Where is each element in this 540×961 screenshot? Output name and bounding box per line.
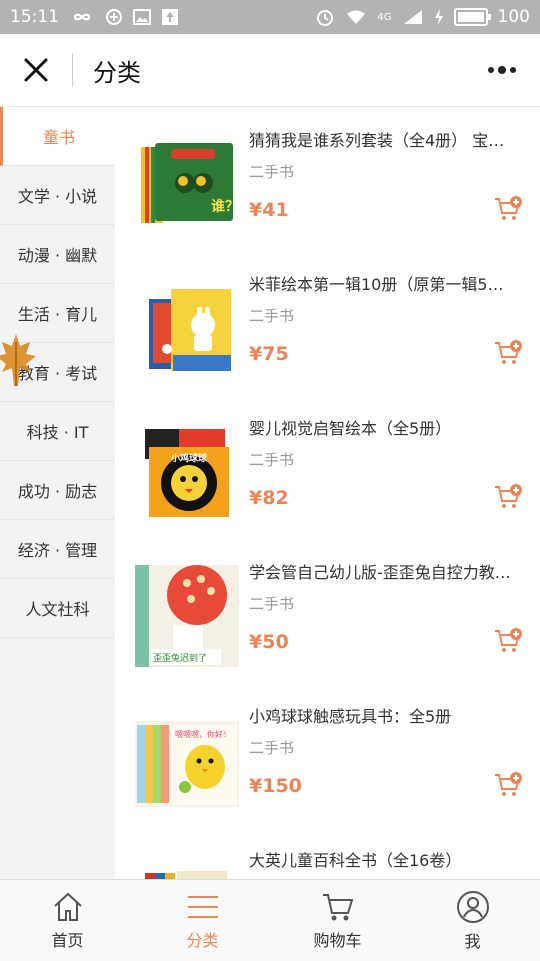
user-icon — [456, 890, 489, 923]
product-title[interactable]: 猜猜我是谁系列套装（全4册） 宝… — [249, 127, 519, 151]
product-cover — [149, 289, 231, 371]
image-icon — [133, 9, 151, 25]
product-condition: 二手书 — [249, 595, 295, 613]
maple-leaf-decoration — [0, 334, 36, 386]
product-condition: 二手书 — [249, 739, 295, 757]
close-icon — [24, 58, 48, 82]
bottom-tab-bar: 首页 分类 购物车 我 — [0, 879, 540, 961]
add-to-cart-icon[interactable] — [493, 771, 523, 799]
page-header: 分类 — [0, 34, 540, 107]
product-cover: 小鸡球球 — [145, 429, 229, 517]
product-price: ¥82 — [249, 487, 289, 509]
cover-text: 小鸡球球 — [170, 452, 208, 464]
more-button[interactable] — [484, 55, 520, 85]
sidebar-item-tech-it[interactable]: 科技 · IT — [0, 402, 115, 461]
tab-category[interactable]: 分类 — [135, 880, 270, 961]
product-price: ¥50 — [249, 631, 289, 653]
cover-text: 歪歪兔迟到了 — [153, 652, 207, 664]
menu-icon — [187, 895, 218, 918]
sidebar-item-literature[interactable]: 文学 · 小说 — [0, 166, 115, 225]
charging-icon — [434, 9, 443, 25]
cover-text: 喂喂喂，你好！ — [175, 729, 231, 739]
sidebar-item-children-books[interactable]: 童书 — [0, 107, 115, 166]
sidebar-item-economics[interactable]: 经济 · 管理 — [0, 520, 115, 579]
add-to-cart-icon[interactable] — [493, 339, 523, 367]
add-to-cart-icon[interactable] — [493, 627, 523, 655]
signal-icon — [403, 10, 422, 24]
home-icon — [53, 892, 82, 921]
product-title[interactable]: 米菲绘本第一辑10册（原第一辑5… — [249, 271, 519, 295]
tab-label: 我 — [464, 931, 481, 951]
product-title[interactable]: 大英儿童百科全书（全16卷） — [249, 847, 519, 871]
tab-cart[interactable]: 购物车 — [270, 880, 405, 961]
product-title[interactable]: 学会管自己幼儿版-歪歪兔自控力教… — [249, 559, 519, 583]
more-dot — [510, 67, 516, 73]
product-price: ¥150 — [249, 775, 302, 797]
product-price: ¥41 — [249, 199, 289, 221]
sidebar-item-anime-humor[interactable]: 动漫 · 幽默 — [0, 225, 115, 284]
product-item[interactable]: 米菲绘本第一辑10册（原第一辑5… 二手书 ¥75 — [115, 251, 540, 395]
product-item[interactable]: 大英儿童百科全书（全16卷） — [115, 827, 540, 879]
category-sidebar: 童书 文学 · 小说 动漫 · 幽默 生活 · 育儿 教育 · 考试 科技 · … — [0, 107, 115, 879]
cart-icon — [322, 893, 353, 920]
sidebar-item-success[interactable]: 成功 · 励志 — [0, 461, 115, 520]
alarm-icon — [317, 10, 334, 26]
more-dot — [498, 66, 506, 74]
product-cover: 歪歪兔迟到了 — [135, 565, 239, 667]
tab-label: 首页 — [51, 930, 84, 950]
cover-text: 谁？ — [211, 198, 239, 215]
add-to-cart-icon[interactable] — [493, 483, 523, 511]
product-item[interactable]: 小鸡球球 婴儿视觉启智绘本（全5册） 二手书 ¥82 — [115, 395, 540, 539]
close-button[interactable] — [0, 34, 72, 106]
upload-icon — [162, 9, 178, 25]
status-bar: 15:11 4G 100 — [0, 0, 540, 34]
product-cover: 谁？ — [141, 143, 239, 223]
battery-level: 100 — [497, 7, 530, 27]
page-title: 分类 — [93, 58, 141, 87]
product-price: ¥75 — [249, 343, 289, 365]
product-cover: 喂喂喂，你好！ — [135, 721, 239, 807]
wifi-icon — [347, 10, 366, 24]
sidebar-item-humanities[interactable]: 人文社科 — [0, 579, 115, 638]
tab-label: 分类 — [186, 930, 219, 950]
battery-icon — [453, 8, 491, 26]
product-condition: 二手书 — [249, 451, 295, 469]
tab-me[interactable]: 我 — [405, 880, 540, 961]
product-condition: 二手书 — [249, 163, 295, 181]
infinity-icon — [73, 13, 91, 21]
product-list: 谁？ 猜猜我是谁系列套装（全4册） 宝… 二手书 ¥41 米菲绘本第一辑10册（… — [115, 107, 540, 879]
more-dot — [488, 67, 494, 73]
header-divider — [72, 53, 73, 87]
product-cover — [145, 871, 227, 879]
add-to-cart-icon[interactable] — [493, 195, 523, 223]
product-item[interactable]: 歪歪兔迟到了 学会管自己幼儿版-歪歪兔自控力教… 二手书 ¥50 — [115, 539, 540, 683]
tab-home[interactable]: 首页 — [0, 880, 135, 961]
network-type: 4G — [377, 11, 392, 23]
product-item[interactable]: 喂喂喂，你好！ 小鸡球球触感玩具书：全5册 二手书 ¥150 — [115, 683, 540, 827]
sync-icon — [106, 9, 122, 25]
product-title[interactable]: 婴儿视觉启智绘本（全5册） — [249, 415, 519, 439]
product-item[interactable]: 谁？ 猜猜我是谁系列套装（全4册） 宝… 二手书 ¥41 — [115, 107, 540, 251]
status-time: 15:11 — [10, 7, 59, 27]
product-title[interactable]: 小鸡球球触感玩具书：全5册 — [249, 703, 519, 727]
product-condition: 二手书 — [249, 307, 295, 325]
tab-label: 购物车 — [313, 930, 362, 950]
